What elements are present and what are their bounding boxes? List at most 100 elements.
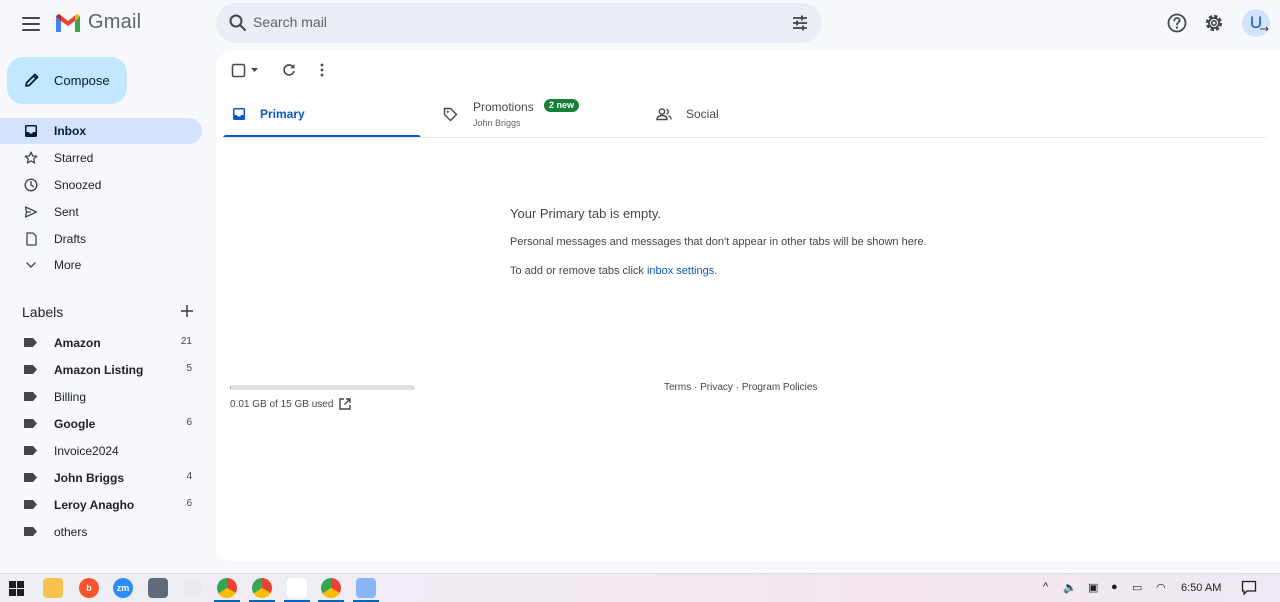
label-item[interactable]: Invoice2024 — [0, 438, 202, 462]
label-item[interactable]: Leroy Anagho 6 — [0, 492, 202, 516]
zoom-app-icon[interactable]: zm — [113, 578, 133, 598]
label-tag-icon — [24, 392, 37, 401]
footer-separator: · — [691, 382, 701, 393]
gmail-logo[interactable]: Gmail — [54, 11, 141, 34]
label-name: Invoice2024 — [54, 444, 119, 458]
label-item[interactable]: Amazon 21 — [0, 330, 202, 354]
label-item[interactable]: John Briggs 4 — [0, 465, 202, 489]
storage-usage-fill — [230, 385, 231, 390]
menu-icon-line — [22, 17, 40, 19]
slack-icon[interactable] — [287, 578, 307, 598]
empty-state-hint: To add or remove tabs click inbox settin… — [510, 265, 717, 277]
more-options-icon[interactable] — [316, 62, 328, 78]
label-name: Amazon — [54, 336, 101, 350]
sidebar-item-label: Inbox — [54, 124, 86, 138]
paint-app-icon[interactable] — [183, 578, 203, 598]
inbox-icon — [233, 108, 245, 120]
refresh-icon[interactable] — [281, 62, 297, 78]
label-name: Google — [54, 417, 96, 431]
camera-icon[interactable]: ▣ — [1088, 581, 1098, 594]
tab-social[interactable]: Social — [646, 93, 856, 137]
compose-button[interactable]: Compose — [7, 57, 127, 104]
tag-icon — [443, 107, 458, 122]
new-count-badge: 2 new — [544, 99, 580, 112]
sidebar-item-snoozed[interactable]: Snoozed — [0, 172, 202, 198]
search-options-icon[interactable] — [790, 13, 810, 33]
chrome-profile-icon[interactable] — [321, 578, 341, 598]
chevron-down-icon — [26, 262, 36, 268]
sidebar-item-label: More — [54, 258, 82, 272]
main-menu-button[interactable] — [18, 12, 44, 36]
people-icon — [656, 108, 672, 121]
windows-taskbar: b zm ^ 🔈 ▣ ● ▭ ◠ 6:50 AM — [0, 573, 1280, 602]
file-explorer-icon[interactable] — [43, 578, 63, 598]
notepad-icon[interactable] — [356, 578, 376, 598]
microphone-icon[interactable]: ● — [1111, 581, 1118, 593]
sidebar-item-drafts[interactable]: Drafts — [0, 226, 202, 252]
wifi-icon[interactable]: ◠ — [1156, 581, 1166, 594]
select-all-checkbox[interactable] — [231, 63, 246, 78]
sidebar-item-more[interactable]: More — [0, 252, 202, 278]
speaker-icon[interactable]: 🔈 — [1063, 581, 1077, 594]
empty-state-title: Your Primary tab is empty. — [510, 206, 661, 221]
sidebar-item-inbox[interactable]: Inbox — [0, 118, 202, 144]
sidebar-item-label: Drafts — [54, 232, 87, 246]
tabs-divider — [223, 137, 1267, 138]
help-icon[interactable] — [1166, 12, 1188, 34]
label-item[interactable]: Amazon Listing 5 — [0, 357, 202, 381]
tab-promotions[interactable]: Promotions — [434, 93, 644, 137]
label-count: 6 — [186, 498, 192, 509]
search-input[interactable]: Search mail — [253, 14, 327, 30]
menu-icon-line — [22, 29, 40, 31]
program-policies-link[interactable]: Program Policies — [742, 382, 818, 393]
label-tag-icon — [24, 338, 37, 347]
search-icon[interactable] — [228, 13, 248, 33]
send-icon — [24, 206, 38, 218]
gmail-m-icon — [56, 13, 80, 32]
settings-gear-icon[interactable] — [1203, 12, 1225, 34]
star-icon — [24, 151, 38, 164]
tab-sender-preview: John Briggs — [473, 118, 521, 128]
sidebar-item-starred[interactable]: Starred — [0, 145, 202, 171]
select-dropdown-icon[interactable] — [250, 67, 259, 73]
compose-label: Compose — [54, 73, 110, 88]
account-switch-icon — [1260, 26, 1269, 32]
privacy-link[interactable]: Privacy — [700, 382, 733, 393]
label-name: Billing — [54, 390, 87, 404]
sidebar-item-label: Sent — [54, 205, 79, 219]
label-count: 5 — [186, 363, 192, 374]
taskbar-clock[interactable]: 6:50 AM — [1181, 582, 1221, 594]
add-label-icon[interactable] — [179, 303, 195, 319]
windows-start-icon[interactable] — [9, 581, 24, 596]
terms-link[interactable]: Terms — [664, 382, 691, 393]
clock-icon — [24, 178, 38, 192]
label-count: 6 — [186, 417, 192, 428]
sidebar-item-sent[interactable]: Sent — [0, 199, 202, 225]
main-panel: Primary Promotions 2 new John Briggs Soc… — [216, 51, 1280, 561]
tab-label: Promotions — [473, 100, 534, 114]
label-name: John Briggs — [54, 471, 125, 485]
tab-primary[interactable]: Primary — [223, 93, 421, 138]
labels-heading: Labels — [22, 304, 64, 320]
battery-icon[interactable]: ▭ — [1132, 581, 1142, 594]
show-hidden-icons-chevron[interactable]: ^ — [1043, 581, 1048, 593]
label-name: Leroy Anagho — [54, 498, 135, 512]
brave-browser-icon[interactable]: b — [79, 578, 99, 598]
chrome-profile-icon[interactable] — [252, 578, 272, 598]
label-name: others — [54, 525, 88, 539]
draft-icon — [26, 232, 37, 246]
search-bar[interactable]: Search mail — [216, 3, 822, 43]
label-tag-icon — [24, 446, 37, 455]
storage-usage-text: 0.01 GB of 15 GB used — [230, 399, 334, 410]
open-in-new-icon[interactable] — [338, 397, 352, 411]
label-item[interactable]: Google 6 — [0, 411, 202, 435]
label-name: Amazon Listing — [54, 363, 144, 377]
calculator-icon[interactable] — [148, 578, 168, 598]
footer-separator: · — [732, 382, 742, 393]
label-item[interactable]: Billing — [0, 384, 202, 408]
chrome-icon[interactable] — [217, 578, 237, 598]
label-tag-icon — [24, 500, 37, 509]
notifications-icon[interactable] — [1241, 580, 1257, 596]
label-item[interactable]: others — [0, 519, 202, 543]
inbox-settings-link[interactable]: inbox settings — [647, 265, 714, 277]
